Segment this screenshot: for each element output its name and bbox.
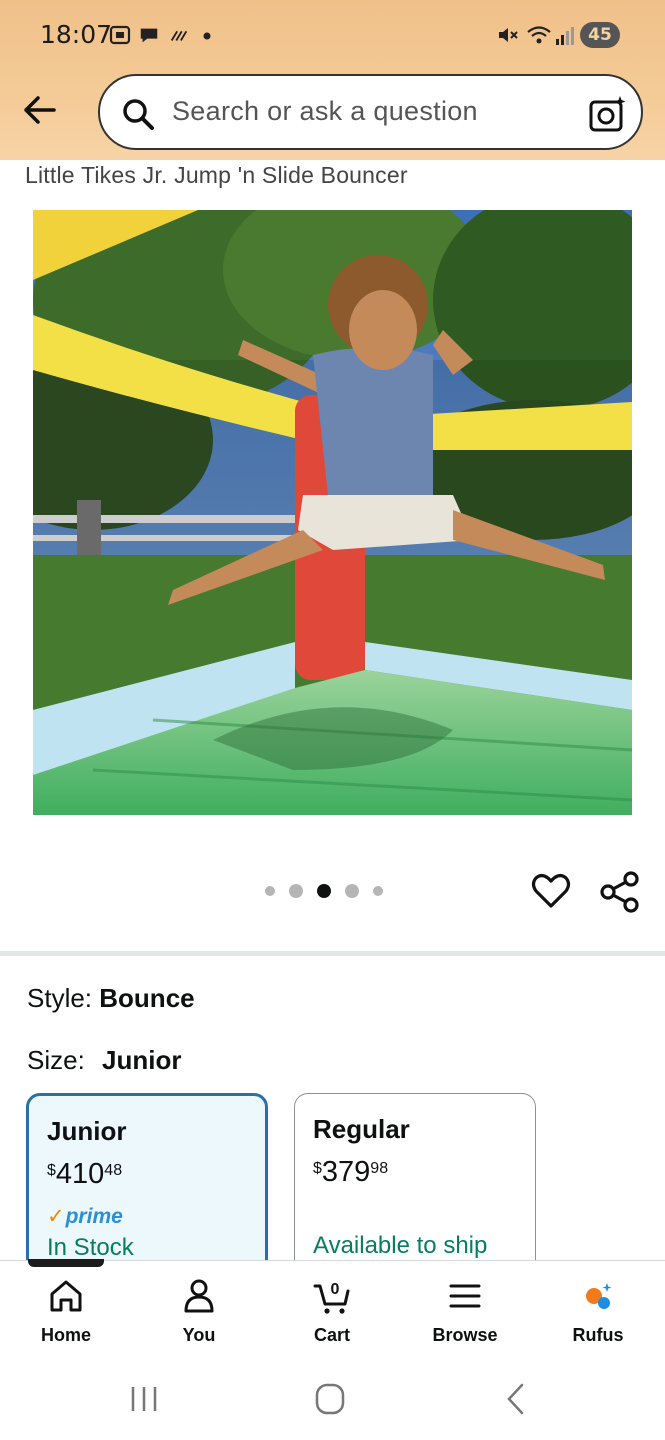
- wifi-calling-icon: [170, 30, 188, 41]
- carousel-dot[interactable]: [289, 884, 303, 898]
- style-selector: Style: Bounce: [27, 983, 195, 1014]
- variant-name: Junior: [47, 1116, 127, 1146]
- status-time: 18:07: [40, 20, 113, 49]
- status-bar: 18:07 45: [0, 0, 665, 70]
- recent-apps-icon[interactable]: [124, 1382, 164, 1416]
- search-input[interactable]: Search or ask a question: [98, 74, 643, 150]
- carousel-dot[interactable]: [373, 886, 383, 896]
- product-title[interactable]: Little Tikes Jr. Jump 'n Slide Bouncer: [25, 162, 408, 189]
- rufus-icon: [586, 1283, 612, 1309]
- carousel-dot[interactable]: [265, 886, 275, 896]
- variant-price: $41048: [47, 1158, 123, 1190]
- size-selector: Size: Junior: [27, 1045, 182, 1076]
- notification-dot-icon: [203, 32, 211, 40]
- carousel-dot[interactable]: [345, 884, 359, 898]
- nav-cart[interactable]: 0 Cart: [277, 1277, 387, 1346]
- header: 18:07 45 Search or ask a question: [0, 0, 665, 160]
- style-label: Style:: [27, 983, 93, 1013]
- home-icon: [50, 1280, 82, 1312]
- nav-home[interactable]: Home: [11, 1277, 121, 1346]
- carousel-dot-active[interactable]: [317, 884, 331, 898]
- heart-icon[interactable]: [530, 870, 572, 912]
- wifi-icon: [527, 26, 551, 44]
- signal-icon: [556, 27, 574, 45]
- person-icon: [184, 1279, 214, 1313]
- mute-icon: [499, 28, 518, 42]
- availability-text: Available to ship: [313, 1232, 488, 1259]
- screenshot-icon: [109, 25, 131, 45]
- availability-text: In Stock: [47, 1234, 134, 1261]
- size-label: Size:: [27, 1045, 85, 1075]
- nav-browse[interactable]: Browse: [410, 1277, 520, 1346]
- cart-icon: 0: [313, 1281, 350, 1314]
- battery-indicator: 45: [580, 22, 620, 48]
- search-icon: [123, 99, 154, 130]
- share-icon[interactable]: [598, 870, 642, 914]
- menu-icon: [449, 1284, 481, 1308]
- system-navigation-bar: [0, 1360, 665, 1440]
- product-image[interactable]: [33, 210, 632, 815]
- back-arrow-icon[interactable]: [18, 88, 62, 132]
- prime-badge: ✓prime: [47, 1205, 123, 1228]
- style-value: Bounce: [99, 983, 195, 1013]
- home-button-icon[interactable]: [310, 1382, 350, 1416]
- active-tab-indicator: [28, 1259, 104, 1267]
- bottom-navigation: Home You 0 Cart Browse Rufus: [0, 1260, 665, 1360]
- camera-search-icon[interactable]: [588, 94, 628, 134]
- search-placeholder: Search or ask a question: [172, 96, 478, 126]
- prime-check-icon: ✓: [47, 1205, 65, 1228]
- nav-you[interactable]: You: [144, 1277, 254, 1346]
- nav-rufus[interactable]: Rufus: [543, 1277, 653, 1346]
- message-icon: [140, 28, 158, 43]
- image-carousel-dots[interactable]: [265, 878, 397, 904]
- variant-name: Regular: [313, 1114, 410, 1144]
- system-back-icon[interactable]: [496, 1382, 536, 1416]
- variant-price: $37998: [313, 1156, 389, 1188]
- cart-count: 0: [331, 1281, 340, 1298]
- section-divider: [0, 951, 665, 956]
- bouncer-photo: [33, 210, 632, 815]
- size-value: Junior: [102, 1045, 182, 1075]
